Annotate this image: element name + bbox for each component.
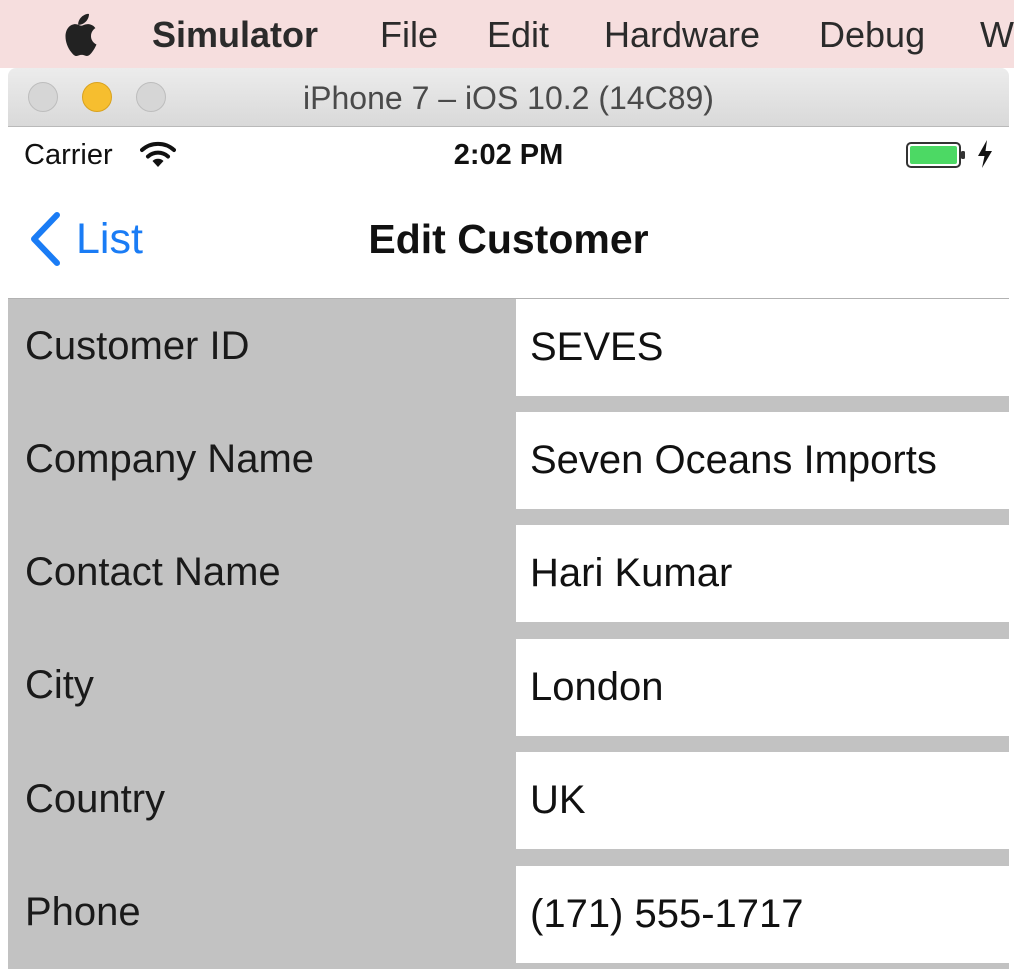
phone-field[interactable]: (171) 555-1717 bbox=[516, 866, 1009, 963]
status-time: 2:02 PM bbox=[453, 139, 564, 171]
edit-customer-form: Customer ID SEVES Company Name Seven Oce… bbox=[8, 299, 1009, 969]
city-label: City bbox=[25, 663, 94, 707]
company-name-field[interactable]: Seven Oceans Imports bbox=[516, 412, 1009, 509]
city-field[interactable]: London bbox=[516, 639, 1009, 736]
menu-hardware[interactable]: Hardware bbox=[604, 10, 760, 60]
menu-edit[interactable]: Edit bbox=[487, 10, 549, 60]
menu-window[interactable]: W bbox=[980, 10, 1014, 60]
menu-simulator[interactable]: Simulator bbox=[152, 10, 318, 60]
screen: Simulator File Edit Hardware Debug W iPh… bbox=[0, 0, 1014, 969]
country-label: Country bbox=[25, 777, 166, 821]
window-title: iPhone 7 – iOS 10.2 (14C89) bbox=[303, 80, 714, 116]
customer-id-label: Customer ID bbox=[25, 324, 250, 368]
contact-name-field[interactable]: Hari Kumar bbox=[516, 525, 1009, 622]
company-name-label: Company Name bbox=[25, 437, 315, 481]
page-title: Edit Customer bbox=[368, 216, 649, 262]
simulator-window: iPhone 7 – iOS 10.2 (14C89) Carrier 2:02… bbox=[8, 68, 1009, 969]
battery-icon bbox=[906, 142, 965, 168]
apple-icon[interactable] bbox=[58, 10, 104, 58]
charging-bolt-icon bbox=[978, 140, 992, 168]
phone-label: Phone bbox=[25, 890, 141, 934]
menu-file[interactable]: File bbox=[380, 10, 438, 60]
window-titlebar[interactable]: iPhone 7 – iOS 10.2 (14C89) bbox=[8, 68, 1009, 127]
navigation-bar: List Edit Customer bbox=[8, 183, 1009, 299]
country-field[interactable]: UK bbox=[516, 752, 1009, 849]
customer-id-field[interactable]: SEVES bbox=[516, 299, 1009, 396]
contact-name-label: Contact Name bbox=[25, 550, 281, 594]
mac-menubar: Simulator File Edit Hardware Debug W bbox=[0, 0, 1014, 68]
ios-status-bar: Carrier 2:02 PM bbox=[8, 127, 1009, 183]
menu-debug[interactable]: Debug bbox=[819, 10, 925, 60]
